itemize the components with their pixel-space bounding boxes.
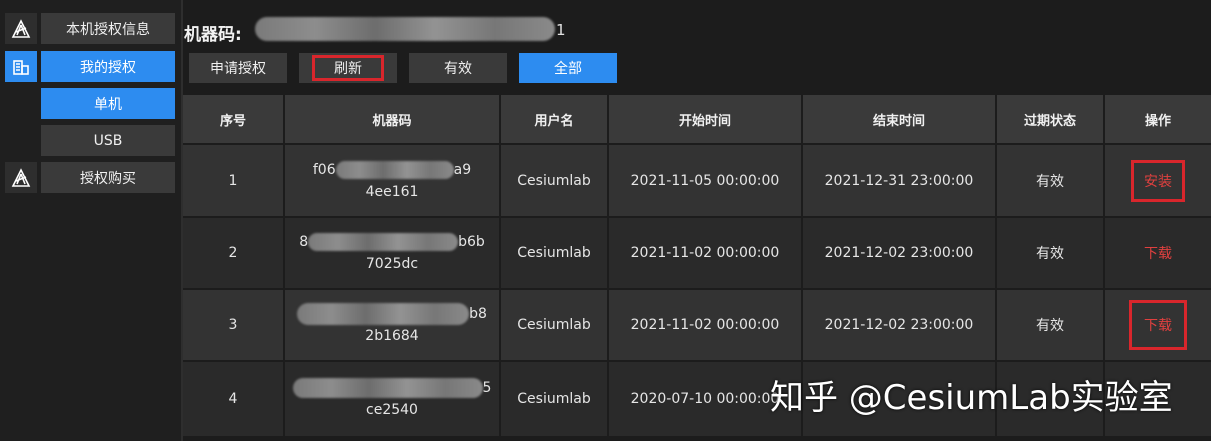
code-start: 8 [299, 234, 309, 250]
sidebar: 本机授权信息 我的授权 单机 USB 授权购买 [0, 0, 183, 441]
cell-username: Cesiumlab [501, 145, 609, 216]
header-expire-status: 过期状态 [997, 95, 1105, 143]
sidebar-item-local-license[interactable]: 本机授权信息 [41, 13, 175, 44]
cell-status: 有效 [997, 145, 1105, 216]
code-line-1: f06 a9 [313, 159, 471, 181]
cell-start-time: 2021-11-05 00:00:00 [609, 145, 803, 216]
code-redacted [335, 160, 454, 179]
cell-action: 下载 [1105, 218, 1211, 288]
cell-machine-code: b8 2b1684 [285, 290, 501, 360]
code-end: a9 [453, 161, 472, 178]
code-end: b6b [458, 234, 485, 250]
code-line-1: 5 [292, 377, 492, 399]
code-line-1: 8 b6b [299, 231, 485, 253]
install-button[interactable]: 安装 [1131, 159, 1185, 202]
header-index: 序号 [183, 95, 285, 143]
cell-status: 有效 [997, 218, 1105, 288]
cell-end-time: 2021-12-02 23:00:00 [803, 218, 997, 288]
cell-username: Cesiumlab [501, 362, 609, 436]
cell-end-time: 2021-12-02 23:00:00 [803, 290, 997, 360]
cell-machine-code: 8 b6b 7025dc [285, 218, 501, 288]
table-row: 2 8 b6b 7025dc Cesiumlab 2021-11-02 00:00… [183, 218, 1211, 288]
logo-icon [5, 162, 37, 193]
code-redacted [297, 303, 470, 325]
sidebar-subitem-usb[interactable]: USB [41, 125, 175, 156]
filter-valid-button[interactable]: 有效 [409, 53, 507, 83]
code-line-2: 4ee161 [365, 183, 419, 200]
download-button[interactable]: 下载 [1129, 300, 1187, 350]
header-username: 用户名 [501, 95, 609, 143]
cell-username: Cesiumlab [501, 290, 609, 360]
sidebar-item-purchase[interactable]: 授权购买 [41, 162, 175, 193]
cell-machine-code: f06 a9 4ee161 [285, 145, 501, 216]
refresh-button[interactable]: 刷新 [312, 55, 384, 81]
code-end: 5 [482, 380, 492, 396]
download-button[interactable]: 下载 [1144, 243, 1172, 263]
sidebar-item-my-license[interactable]: 我的授权 [41, 51, 175, 82]
table-row: 1 f06 a9 4ee161 Cesiumlab 2021-11-05 00:0… [183, 145, 1211, 216]
machine-code-tail: 1 [556, 21, 566, 39]
code-end: b8 [469, 306, 487, 322]
cell-username: Cesiumlab [501, 218, 609, 288]
cell-index: 3 [183, 290, 285, 360]
code-line-2: ce2540 [366, 402, 418, 418]
header-start-time: 开始时间 [609, 95, 803, 143]
refresh-button-wrap: 刷新 [299, 53, 397, 83]
header-end-time: 结束时间 [803, 95, 997, 143]
table-header: 序号 机器码 用户名 开始时间 结束时间 过期状态 操作 [183, 95, 1211, 143]
cell-index: 4 [183, 362, 285, 436]
machine-code-redacted [255, 17, 555, 41]
cell-index: 1 [183, 145, 285, 216]
logo-icon [5, 13, 37, 44]
cell-action: 安装 [1105, 145, 1211, 216]
code-line-1: b8 [297, 303, 487, 325]
code-start: f06 [312, 161, 336, 178]
cell-machine-code: 5 ce2540 [285, 362, 501, 436]
machine-code-label: 机器码: [184, 24, 242, 45]
cell-status: 有效 [997, 290, 1105, 360]
cell-start-time: 2021-11-02 00:00:00 [609, 218, 803, 288]
sidebar-subitem-standalone[interactable]: 单机 [41, 88, 175, 119]
code-redacted [292, 378, 483, 398]
cell-index: 2 [183, 218, 285, 288]
building-icon [5, 51, 37, 82]
filter-all-button[interactable]: 全部 [519, 53, 617, 83]
cell-end-time: 2021-12-31 23:00:00 [803, 145, 997, 216]
cell-action: 下载 [1105, 290, 1211, 360]
code-line-2: 2b1684 [365, 328, 419, 344]
cell-start-time: 2021-11-02 00:00:00 [609, 290, 803, 360]
header-action: 操作 [1144, 113, 1171, 129]
code-redacted [308, 233, 459, 251]
table-row: 3 b8 2b1684 Cesiumlab 2021-11-02 00:00:0… [183, 290, 1211, 360]
header-machine-code: 机器码 [285, 95, 501, 143]
watermark: 知乎 @CesiumLab实验室 [770, 378, 1173, 418]
code-line-2: 7025dc [365, 256, 419, 272]
apply-license-button[interactable]: 申请授权 [189, 53, 287, 83]
